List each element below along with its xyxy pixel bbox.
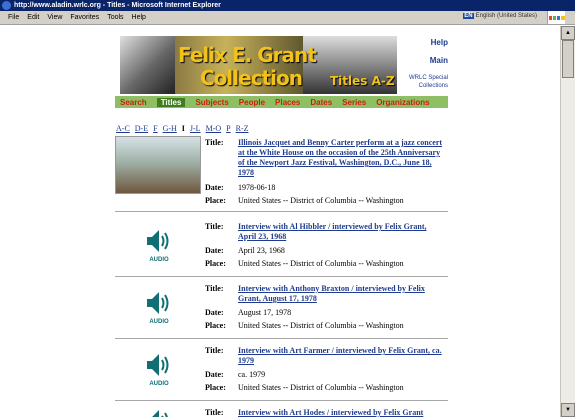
scroll-thumb[interactable] bbox=[562, 40, 574, 78]
list-item: AUDIO Title: Interview with Al Hibbler /… bbox=[115, 219, 448, 277]
nav-dates[interactable]: Dates bbox=[310, 98, 332, 107]
window-title: http://www.aladin.wrlc.org - Titles - Mi… bbox=[14, 2, 221, 9]
speaker-icon bbox=[147, 354, 169, 376]
side-links: Help Main WRLC Special Collections bbox=[402, 38, 448, 90]
collection-nav: Search Titles Subjects People Places Dat… bbox=[115, 96, 448, 108]
audio-link[interactable]: AUDIO bbox=[141, 227, 177, 263]
window-titlebar: http://www.aladin.wrlc.org - Titles - Mi… bbox=[0, 0, 575, 11]
speaker-icon bbox=[147, 230, 169, 252]
nav-search[interactable]: Search bbox=[120, 98, 147, 107]
title-label: Title: bbox=[205, 284, 224, 293]
help-link[interactable]: Help bbox=[402, 38, 448, 47]
banner-title-line2: Collection bbox=[200, 66, 303, 90]
menu-edit[interactable]: Edit bbox=[27, 14, 39, 21]
date-label: Date: bbox=[205, 183, 224, 192]
alpha-current-i: I bbox=[181, 124, 185, 133]
banner-title-line1: Felix E. Grant bbox=[178, 43, 317, 67]
audio-label: AUDIO bbox=[149, 381, 169, 387]
alpha-link-p[interactable]: P bbox=[226, 124, 230, 133]
title-label: Title: bbox=[205, 222, 224, 231]
place-label: Place: bbox=[205, 321, 226, 330]
record-place: United States -- District of Columbia --… bbox=[238, 259, 404, 268]
speaker-icon bbox=[147, 410, 168, 417]
alpha-link-r-z[interactable]: R-Z bbox=[236, 124, 249, 133]
nav-titles[interactable]: Titles bbox=[156, 97, 186, 107]
record-place: United States -- District of Columbia --… bbox=[238, 196, 404, 205]
record-date: April 23, 1968 bbox=[238, 246, 285, 255]
list-item: Title: Illinois Jacquet and Benny Carter… bbox=[115, 136, 448, 212]
alpha-link-g-h[interactable]: G-H bbox=[163, 124, 177, 133]
wrlc-line2: Collections bbox=[418, 83, 448, 89]
alpha-link-f[interactable]: F bbox=[153, 124, 157, 133]
alpha-link-m-o[interactable]: M-O bbox=[206, 124, 222, 133]
vertical-scrollbar[interactable]: ▲ ▼ bbox=[560, 26, 575, 417]
list-item: AUDIO Title: Interview with Anthony Brax… bbox=[115, 281, 448, 339]
record-title-link[interactable]: Interview with Art Hodes / interviewed b… bbox=[238, 408, 443, 417]
place-label: Place: bbox=[205, 259, 226, 268]
record-divider bbox=[115, 276, 448, 277]
main-link[interactable]: Main bbox=[402, 56, 448, 65]
nav-places[interactable]: Places bbox=[275, 98, 300, 107]
audio-link[interactable]: AUDIO bbox=[141, 289, 177, 325]
alpha-link-j-l[interactable]: J-L bbox=[190, 124, 201, 133]
record-divider bbox=[115, 211, 448, 212]
menu-file[interactable]: File bbox=[8, 14, 19, 21]
record-title-link[interactable]: Interview with Al Hibbler / interviewed … bbox=[238, 222, 443, 242]
collection-banner: Felix E. Grant Collection Titles A-Z bbox=[120, 36, 397, 94]
alpha-link-d-e[interactable]: D-E bbox=[135, 124, 148, 133]
audio-label: AUDIO bbox=[149, 319, 169, 325]
language-text: English (United States) bbox=[475, 13, 537, 19]
menubar: File Edit View Favorites Tools Help EN E… bbox=[0, 11, 575, 25]
menu-favorites[interactable]: Favorites bbox=[70, 14, 99, 21]
record-title-link[interactable]: Interview with Anthony Braxton / intervi… bbox=[238, 284, 443, 304]
place-label: Place: bbox=[205, 196, 226, 205]
alphabet-index: A-C D-E F G-H I J-L M-O P R-Z bbox=[116, 124, 251, 133]
record-date: August 17, 1978 bbox=[238, 308, 292, 317]
title-label: Title: bbox=[205, 408, 224, 417]
nav-series[interactable]: Series bbox=[342, 98, 366, 107]
menu-view[interactable]: View bbox=[47, 14, 62, 21]
audio-link[interactable]: AUDIO bbox=[141, 351, 177, 387]
title-label: Title: bbox=[205, 138, 224, 147]
menu-help[interactable]: Help bbox=[132, 14, 146, 21]
record-place: United States -- District of Columbia --… bbox=[238, 383, 404, 392]
alpha-link-a-c[interactable]: A-C bbox=[116, 124, 130, 133]
record-thumbnail-image[interactable] bbox=[115, 136, 201, 194]
audio-label: AUDIO bbox=[149, 257, 169, 263]
nav-people[interactable]: People bbox=[239, 98, 265, 107]
banner-portrait-image bbox=[120, 36, 175, 94]
date-label: Date: bbox=[205, 370, 224, 379]
list-item: Title: Interview with Art Hodes / interv… bbox=[115, 405, 448, 417]
speaker-icon bbox=[147, 292, 169, 314]
ie-icon bbox=[2, 1, 11, 10]
list-item: AUDIO Title: Interview with Art Farmer /… bbox=[115, 343, 448, 401]
place-label: Place: bbox=[205, 383, 226, 392]
record-date: ca. 1979 bbox=[238, 370, 266, 379]
date-label: Date: bbox=[205, 308, 224, 317]
record-divider bbox=[115, 400, 448, 401]
language-indicator[interactable]: EN English (United States) bbox=[463, 13, 537, 19]
nav-subjects[interactable]: Subjects bbox=[195, 98, 228, 107]
menu-tools[interactable]: Tools bbox=[107, 14, 123, 21]
record-title-link[interactable]: Interview with Art Farmer / interviewed … bbox=[238, 346, 443, 366]
record-place: United States -- District of Columbia --… bbox=[238, 321, 404, 330]
record-title-link[interactable]: Illinois Jacquet and Benny Carter perfor… bbox=[238, 138, 443, 178]
nav-organizations[interactable]: Organizations bbox=[376, 98, 429, 107]
wrlc-special-collections-link[interactable]: WRLC Special Collections bbox=[402, 74, 448, 90]
banner-subtitle: Titles A-Z bbox=[330, 74, 395, 88]
scroll-up-arrow-icon[interactable]: ▲ bbox=[561, 26, 575, 40]
windows-logo-icon bbox=[547, 11, 565, 24]
scroll-down-arrow-icon[interactable]: ▼ bbox=[561, 403, 575, 417]
record-date: 1978-06-18 bbox=[238, 183, 276, 192]
title-label: Title: bbox=[205, 346, 224, 355]
record-divider bbox=[115, 338, 448, 339]
language-badge: EN bbox=[463, 13, 474, 19]
audio-link[interactable] bbox=[141, 407, 177, 417]
wrlc-line1: WRLC Special bbox=[408, 75, 448, 81]
date-label: Date: bbox=[205, 246, 224, 255]
